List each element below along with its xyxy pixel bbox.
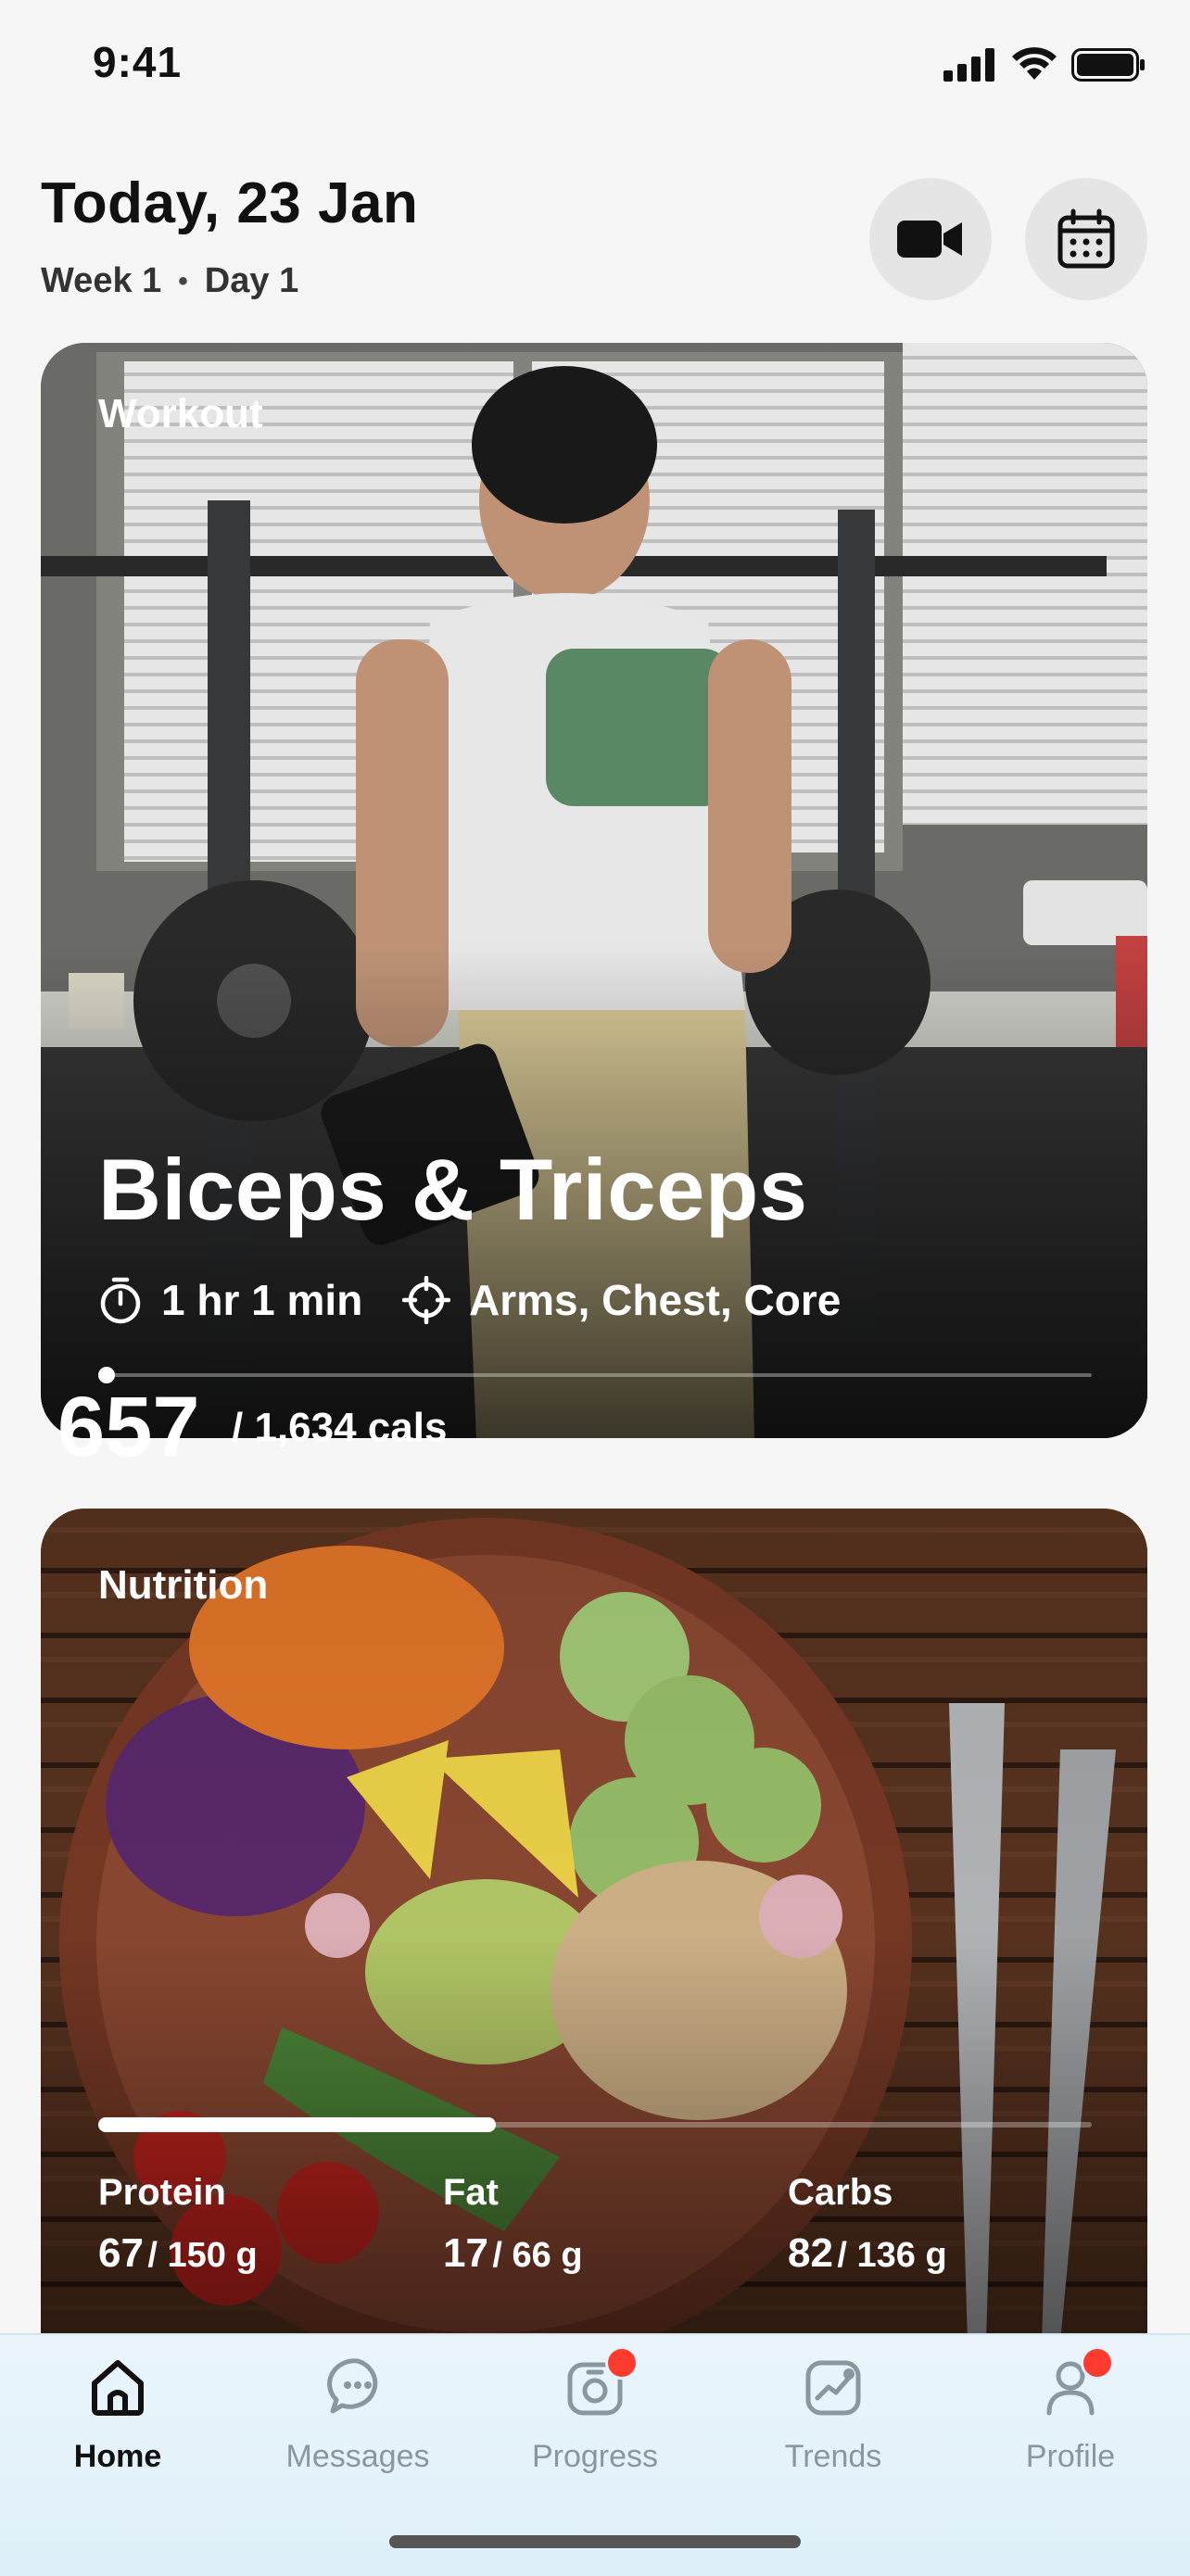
week-label: Week 1 [41, 261, 162, 300]
macro-value: 17 [443, 2230, 488, 2276]
target-icon [402, 1276, 450, 1324]
macro-protein: Protein 67 / 150 g [98, 2172, 258, 2277]
tab-label: Trends [784, 2439, 882, 2474]
workout-card[interactable]: Workout Biceps & Triceps 1 hr 1 min Arms… [41, 343, 1147, 1438]
tab-profile[interactable]: Profile [968, 2346, 1172, 2475]
tab-label: Progress [531, 2439, 659, 2474]
chat-bubble-icon [327, 2358, 378, 2414]
workout-progress-track [98, 1373, 1092, 1377]
macro-fat: Fat 17 / 66 g [443, 2172, 583, 2277]
tab-label: Profile [1025, 2439, 1116, 2474]
calories-goal: / 1,634 cals [232, 1405, 448, 1450]
macro-goal: / 66 g [492, 2236, 583, 2275]
calendar-icon [1057, 208, 1115, 269]
macro-value: 82 [788, 2230, 833, 2276]
cellular-signal-icon [943, 48, 994, 82]
tab-trends[interactable]: Trends [731, 2354, 935, 2475]
tab-label: Home [73, 2439, 162, 2474]
workout-photo [41, 343, 1147, 1438]
video-camera-icon [897, 221, 962, 258]
status-time: 9:41 [93, 38, 183, 86]
macro-label: Carbs [788, 2172, 893, 2213]
tab-messages[interactable]: Messages [256, 2354, 460, 2475]
home-indicator [389, 2535, 801, 2548]
tab-home[interactable]: Home [16, 2354, 220, 2475]
workout-duration: 1 hr 1 min [98, 1275, 362, 1325]
separator-dot: • [178, 265, 188, 297]
macro-goal: / 150 g [147, 2236, 258, 2275]
duration-text: 1 hr 1 min [161, 1276, 363, 1324]
battery-icon [1071, 48, 1145, 82]
notification-badge [1081, 2346, 1114, 2380]
page-title: Today, 23 Jan [41, 171, 419, 235]
workout-label: Workout [98, 391, 263, 436]
focus-text: Arms, Chest, Core [469, 1276, 842, 1324]
trend-chart-icon [805, 2360, 861, 2416]
calories-consumed: 657 [57, 1380, 200, 1474]
video-call-button[interactable] [869, 178, 992, 300]
status-bar: 9:41 [0, 0, 1190, 130]
week-day-subtitle: Week 1 • Day 1 [41, 261, 298, 301]
home-icon [92, 2360, 144, 2416]
calories-progress-fill [98, 2117, 496, 2132]
nutrition-photo [41, 1509, 1147, 2454]
calendar-button[interactable] [1025, 178, 1147, 300]
macro-goal: / 136 g [837, 2236, 947, 2275]
macro-label: Protein [98, 2172, 226, 2213]
workout-focus: Arms, Chest, Core [402, 1275, 841, 1325]
notification-badge [605, 2346, 639, 2380]
macro-carbs: Carbs 82 / 136 g [788, 2172, 947, 2277]
day-label: Day 1 [204, 261, 299, 300]
nutrition-card[interactable]: Nutrition [41, 1509, 1147, 2454]
tab-label: Messages [285, 2439, 430, 2474]
wifi-icon [1012, 47, 1057, 80]
calories-progress-track [98, 2117, 1092, 2132]
nutrition-label: Nutrition [98, 1562, 269, 1608]
macro-label: Fat [443, 2172, 499, 2213]
macro-value: 67 [98, 2230, 144, 2276]
stopwatch-icon [100, 1277, 141, 1324]
tab-progress[interactable]: Progress [493, 2346, 697, 2475]
workout-title: Biceps & Triceps [98, 1141, 808, 1238]
